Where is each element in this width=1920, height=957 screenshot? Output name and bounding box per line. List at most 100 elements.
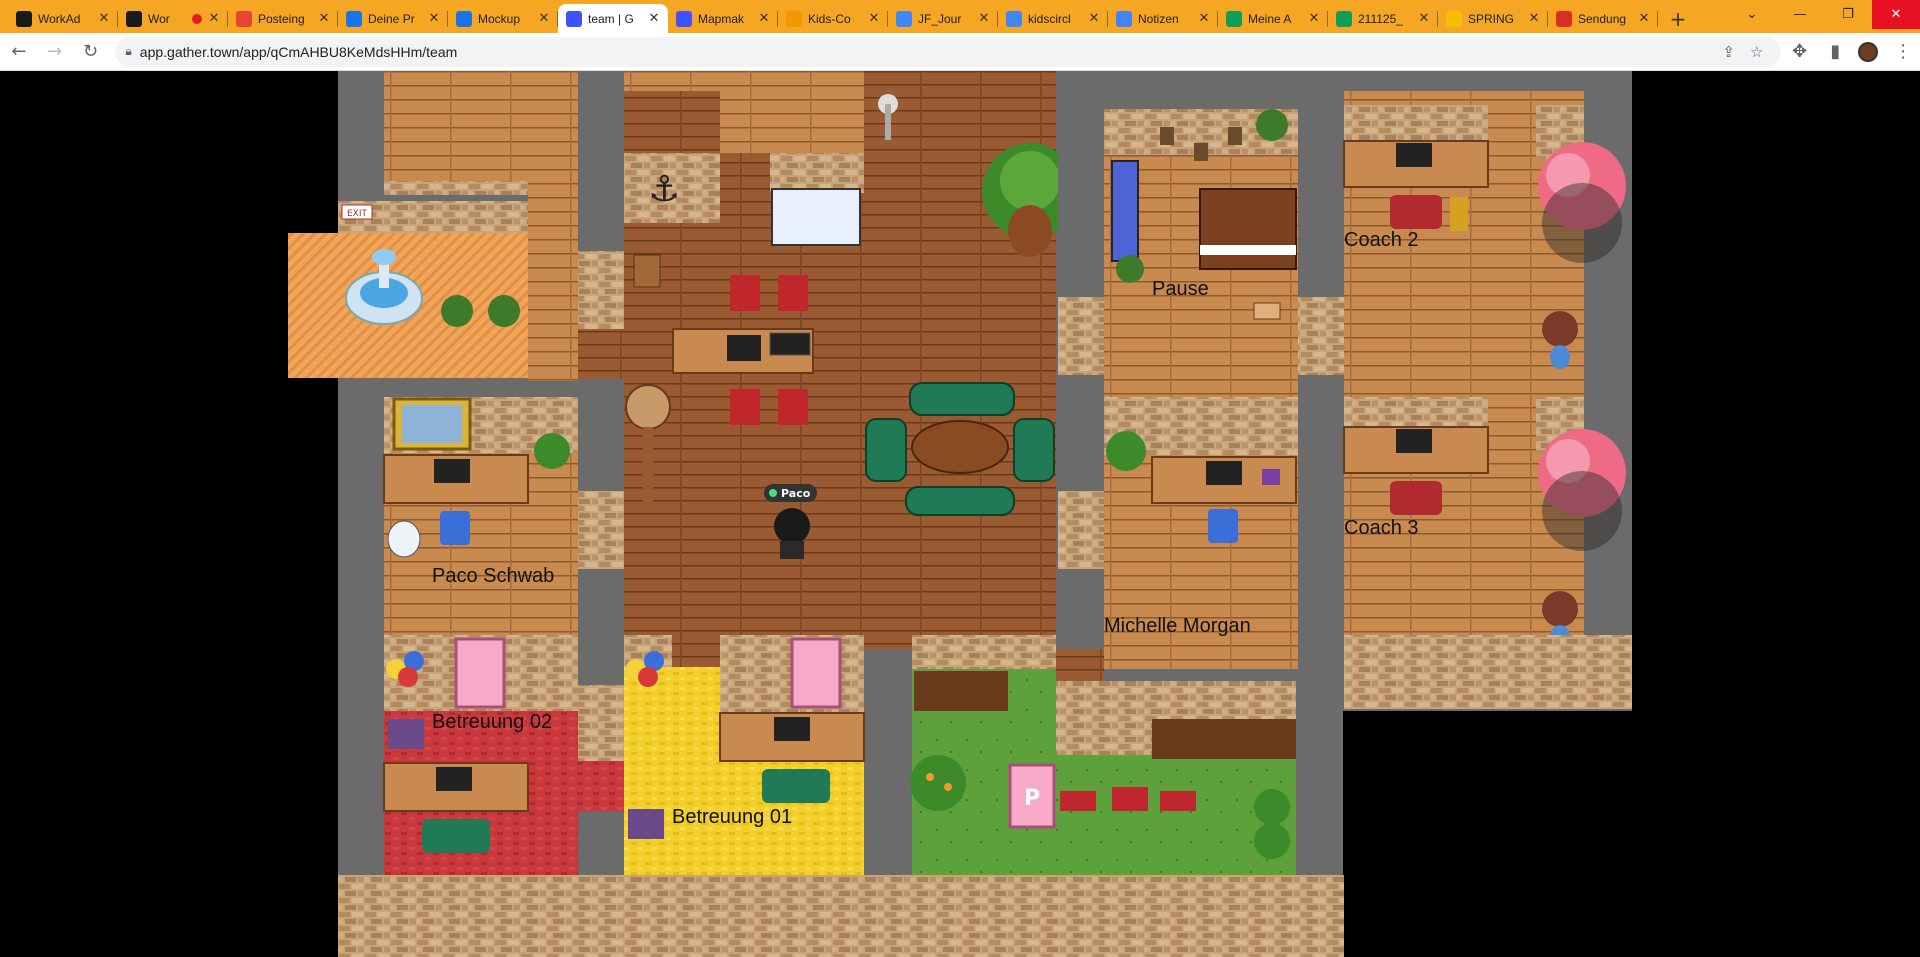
menu-kebab-icon[interactable]: ⋮ xyxy=(1886,35,1920,69)
extensions-icon[interactable]: ✥ xyxy=(1783,35,1817,69)
tab-title: WorkAd xyxy=(38,11,81,26)
tab-favicon-icon xyxy=(676,10,692,27)
tab-close-icon[interactable]: ✕ xyxy=(1306,11,1322,27)
tab-favicon-icon xyxy=(16,10,32,27)
tab-title: Posteing xyxy=(258,11,305,26)
tab-7[interactable]: Kids-Co ✕ xyxy=(778,4,888,33)
office-map[interactable]: EXIT ⚓ P xyxy=(0,71,1920,957)
tab-favicon-icon xyxy=(456,10,472,27)
tab-search-chevron-icon[interactable]: ⌄ xyxy=(1728,0,1776,29)
reload-button[interactable]: ↻ xyxy=(74,35,108,69)
recording-indicator-icon xyxy=(192,13,202,24)
tab-title: SPRING xyxy=(1468,11,1515,26)
tab-favicon-icon xyxy=(1556,10,1572,27)
tab-close-icon[interactable]: ✕ xyxy=(1526,11,1542,27)
tab-favicon-icon xyxy=(126,10,142,27)
tab-9[interactable]: kidscircl ✕ xyxy=(998,4,1108,33)
address-bar[interactable]: 🔒︎ app.gather.town/app/qCmAHBU8KeMdsHHm/… xyxy=(115,36,1781,67)
tab-8[interactable]: JF_Jour ✕ xyxy=(888,4,998,33)
tab-title: Wor xyxy=(148,11,170,26)
bookmark-star-icon[interactable]: ☆ xyxy=(1743,43,1771,61)
tab-5[interactable]: team | G ✕ xyxy=(558,4,668,33)
piano xyxy=(1199,188,1297,270)
tab-10[interactable]: Notizen ✕ xyxy=(1108,4,1218,33)
tab-favicon-icon xyxy=(896,10,912,27)
tab-favicon-icon xyxy=(566,10,582,27)
tab-close-icon[interactable]: ✕ xyxy=(1636,11,1652,27)
side-panel-icon[interactable]: ▮ xyxy=(1818,35,1852,69)
tab-favicon-icon xyxy=(346,10,362,27)
tab-title: Mapmak xyxy=(698,11,745,26)
lock-icon: 🔒︎ xyxy=(125,44,132,58)
whiteboard xyxy=(771,188,861,246)
tab-title: kidscircl xyxy=(1028,11,1071,26)
url-text: app.gather.town/app/qCmAHBU8KeMdsHHm/tea… xyxy=(139,43,458,60)
tab-close-icon[interactable]: ✕ xyxy=(96,11,112,27)
tab-close-icon[interactable]: ✕ xyxy=(646,11,662,27)
tab-title: Deine Pr xyxy=(368,11,415,26)
tab-title: JF_Jour xyxy=(918,11,962,26)
room-label-coach2: Coach 2 xyxy=(1344,229,1419,251)
minimize-button[interactable]: — xyxy=(1776,0,1824,29)
tab-6[interactable]: Mapmak ✕ xyxy=(668,4,778,33)
back-button[interactable]: ← xyxy=(2,35,36,69)
tab-favicon-icon xyxy=(1446,10,1462,27)
tab-list: WorkAd ✕ Wor ✕ Posteing ✕ Deine Pr ✕ Mockup ✕ team… xyxy=(8,4,1658,33)
forward-button[interactable]: → xyxy=(38,35,72,69)
tab-2[interactable]: Posteing ✕ xyxy=(228,4,338,33)
room-label-betreuung-01: Betreuung 01 xyxy=(672,806,793,828)
player-avatar xyxy=(774,508,810,544)
room-label-betreuung-02: Betreuung 02 xyxy=(432,711,553,733)
status-dot-icon xyxy=(769,489,777,497)
tab-close-icon[interactable]: ✕ xyxy=(536,11,552,27)
tab-favicon-icon xyxy=(1116,10,1132,27)
tab-favicon-icon xyxy=(1226,10,1242,27)
tab-close-icon[interactable]: ✕ xyxy=(206,11,222,27)
tab-title: Sendung xyxy=(1578,11,1627,26)
tab-favicon-icon xyxy=(1006,10,1022,27)
anchor-icon: ⚓ xyxy=(648,169,680,210)
tab-favicon-icon xyxy=(1336,10,1352,27)
tab-close-icon[interactable]: ✕ xyxy=(976,11,992,27)
gather-game-canvas[interactable]: EXIT ⚓ P Paco Coach 2 Pause Coach 3 Paco… xyxy=(0,71,1920,957)
room-label-pause: Pause xyxy=(1152,278,1209,300)
close-window-button[interactable]: ✕ xyxy=(1872,0,1920,29)
tab-close-icon[interactable]: ✕ xyxy=(1086,11,1102,27)
tab-title: Kids-Co xyxy=(808,11,851,26)
parking-sign: P xyxy=(1024,786,1040,811)
tab-11[interactable]: Meine A ✕ xyxy=(1218,4,1328,33)
room-label-paco-schwab: Paco Schwab xyxy=(432,565,555,587)
window-controls: ⌄ — ❐ ✕ xyxy=(1728,0,1920,29)
tab-1[interactable]: Wor ✕ xyxy=(118,4,228,33)
tab-14[interactable]: Sendung ✕ xyxy=(1548,4,1658,33)
tab-title: 211125_ xyxy=(1358,11,1403,26)
tab-4[interactable]: Mockup ✕ xyxy=(448,4,558,33)
tab-close-icon[interactable]: ✕ xyxy=(866,11,882,27)
tab-title: Mockup xyxy=(478,11,521,26)
profile-avatar[interactable] xyxy=(1858,41,1879,62)
tab-13[interactable]: SPRING ✕ xyxy=(1438,4,1548,33)
tab-favicon-icon xyxy=(236,10,252,27)
tab-close-icon[interactable]: ✕ xyxy=(756,11,772,27)
tab-title: Notizen xyxy=(1138,11,1179,26)
player-name: Paco xyxy=(781,486,811,500)
share-icon[interactable]: ⇪ xyxy=(1715,43,1743,61)
tab-close-icon[interactable]: ✕ xyxy=(426,11,442,27)
tab-strip: WorkAd ✕ Wor ✕ Posteing ✕ Deine Pr ✕ Mockup ✕ team… xyxy=(0,0,1920,33)
room-label-michelle-morgan: Michelle Morgan xyxy=(1104,615,1251,637)
tab-title: Meine A xyxy=(1248,11,1292,26)
tab-0[interactable]: WorkAd ✕ xyxy=(8,4,118,33)
tab-close-icon[interactable]: ✕ xyxy=(1196,11,1212,27)
tab-close-icon[interactable]: ✕ xyxy=(1416,11,1432,27)
room-label-coach3: Coach 3 xyxy=(1344,517,1419,539)
tab-favicon-icon xyxy=(786,10,802,27)
tab-12[interactable]: 211125_ ✕ xyxy=(1328,4,1438,33)
browser-toolbar: ← → ↻ 🔒︎ app.gather.town/app/qCmAHBU8KeM… xyxy=(0,33,1920,71)
restore-button[interactable]: ❐ xyxy=(1824,0,1872,29)
exit-sign: EXIT xyxy=(347,209,368,219)
new-tab-button[interactable]: + xyxy=(1664,4,1692,33)
tab-title: team | G xyxy=(588,11,634,26)
tab-close-icon[interactable]: ✕ xyxy=(316,11,332,27)
tab-3[interactable]: Deine Pr ✕ xyxy=(338,4,448,33)
player-nametag: Paco xyxy=(764,484,818,502)
